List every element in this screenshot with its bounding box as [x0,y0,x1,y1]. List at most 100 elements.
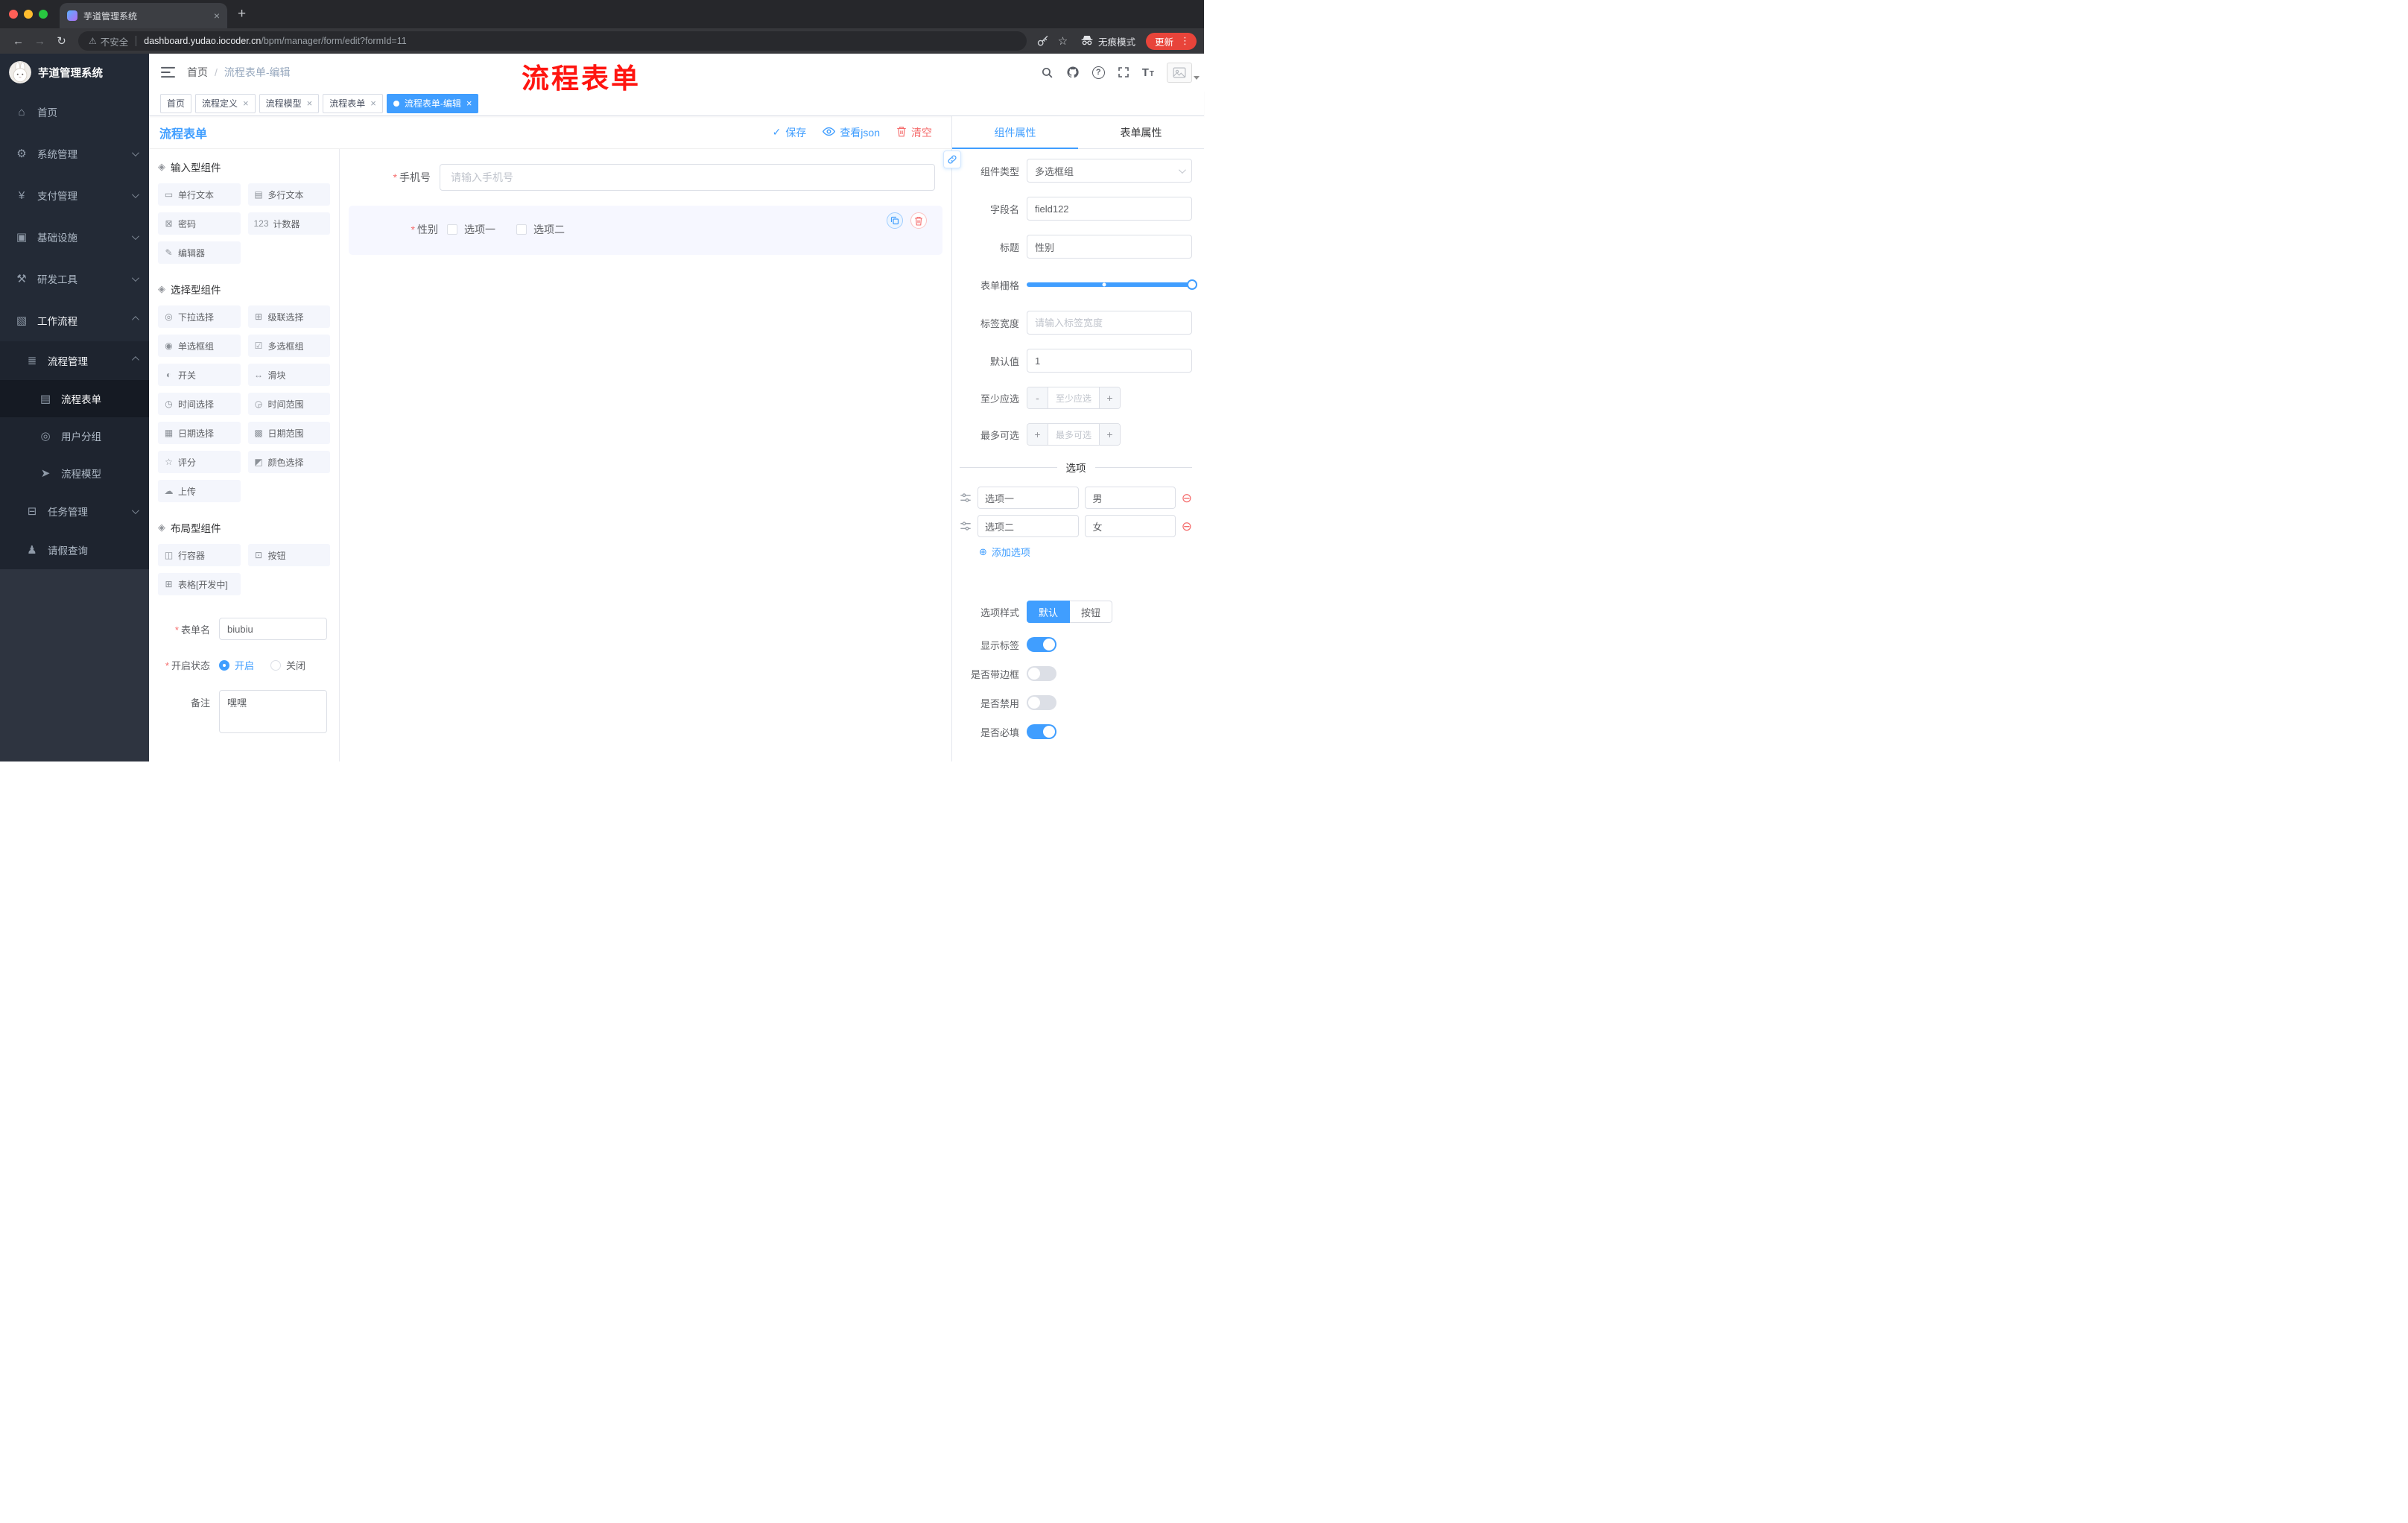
reload-button[interactable]: ↻ [51,34,72,48]
palette-item-button[interactable]: ⊡ 按钮 [247,544,330,566]
gender-option1-checkbox[interactable]: 选项一 [447,222,495,237]
sidebar-item-leave-query[interactable]: ♟ 请假查询 [0,531,149,569]
phone-input[interactable] [440,164,935,191]
palette-item-time-picker[interactable]: ◷ 时间选择 [158,393,241,415]
palette-item-single-text[interactable]: ▭ 单行文本 [158,183,241,206]
tag-close-icon[interactable]: × [466,98,472,108]
search-icon[interactable] [1041,66,1054,79]
github-icon[interactable] [1066,66,1080,79]
update-button[interactable]: 更新 ⋮ [1145,32,1197,50]
sidebar-item-infrastructure[interactable]: ▣ 基础设施 [0,216,149,258]
add-option-button[interactable]: ⊕ 添加选项 [979,545,1192,559]
browser-menu-icon[interactable]: ⋮ [1180,35,1190,47]
style-button-button[interactable]: 按钮 [1070,601,1113,623]
palette-item-editor[interactable]: ✎ 编辑器 [158,241,241,264]
password-key-icon[interactable] [1033,35,1053,48]
sidebar-item-system[interactable]: ⚙ 系统管理 [0,133,149,174]
remove-option-icon[interactable]: ⊖ [1182,520,1192,533]
option-label-input[interactable] [978,487,1080,509]
palette-item-color-picker[interactable]: ◩ 颜色选择 [247,451,330,473]
back-button[interactable]: ← [7,35,29,48]
sidebar-item-workflow[interactable]: ▧ 工作流程 [0,300,149,341]
clear-button[interactable]: 清空 [896,125,932,140]
palette-item-slider[interactable]: ↔ 滑块 [247,364,330,386]
disabled-switch[interactable] [1027,695,1056,710]
help-icon[interactable]: ? [1091,66,1105,79]
sidebar-item-dev-tools[interactable]: ⚒ 研发工具 [0,258,149,300]
font-size-icon[interactable]: TT [1142,67,1154,78]
new-tab-button[interactable]: + [238,6,246,22]
tag-close-icon[interactable]: × [307,98,313,108]
palette-item-select[interactable]: ◎ 下拉选择 [158,305,241,328]
gender-field-selected[interactable]: * 性别 选项一 选项二 [349,206,942,255]
status-off-radio[interactable]: 关闭 [270,658,305,672]
palette-item-rate[interactable]: ☆ 评分 [158,451,241,473]
label-width-input[interactable] [1027,311,1192,335]
increase-button[interactable]: + [1099,424,1120,445]
tag-process-form[interactable]: 流程表单 × [323,93,383,113]
border-switch[interactable] [1027,666,1056,681]
drag-handle-icon[interactable] [960,521,972,531]
drag-handle-icon[interactable] [960,493,972,503]
app-logo[interactable]: 芋道管理系统 [0,54,149,91]
decrease-button[interactable]: - [1027,387,1048,408]
palette-item-radio-group[interactable]: ◉ 单选框组 [158,335,241,357]
stepper-placeholder[interactable]: 最多可选 [1048,424,1099,445]
palette-item-password[interactable]: ⊠ 密码 [158,212,241,235]
option-label-input[interactable] [978,515,1080,537]
sidebar-item-payment[interactable]: ¥ 支付管理 [0,174,149,216]
remark-textarea[interactable]: 嘿嘿 [219,690,327,733]
browser-tab[interactable]: 芋道管理系统 × [60,3,227,28]
gender-option2-checkbox[interactable]: 选项二 [516,222,565,237]
tab-component-props[interactable]: 组件属性 [952,116,1078,149]
default-value-input[interactable] [1027,349,1192,373]
style-default-button[interactable]: 默认 [1027,601,1071,623]
avatar[interactable] [1167,62,1200,83]
delete-field-button[interactable] [910,212,927,229]
field-name-input[interactable] [1027,197,1192,221]
tab-close-icon[interactable]: × [214,10,220,21]
stepper-placeholder[interactable]: 至少应选 [1048,387,1099,408]
palette-item-date-picker[interactable]: ▦ 日期选择 [158,422,241,444]
status-on-radio[interactable]: 开启 [219,658,254,672]
sidebar-item-user-group[interactable]: ◎ 用户分组 [0,417,149,455]
sidebar-item-process-manage[interactable]: ≣ 流程管理 [0,341,149,380]
title-input[interactable] [1027,235,1192,259]
component-type-select[interactable]: 多选框组 [1027,159,1192,183]
window-minimize-button[interactable] [24,10,33,19]
tag-close-icon[interactable]: × [370,98,376,108]
slider-handle[interactable] [1187,279,1197,290]
sidebar-item-home[interactable]: ⌂ 首页 [0,91,149,133]
view-json-button[interactable]: 查看json [823,125,880,140]
phone-field[interactable]: * 手机号 [349,159,942,195]
tag-process-form-edit[interactable]: 流程表单-编辑 × [386,93,479,113]
palette-item-time-range[interactable]: ◶ 时间范围 [247,393,330,415]
palette-item-multi-text[interactable]: ▤ 多行文本 [247,183,330,206]
sidebar-item-process-model[interactable]: ➤ 流程模型 [0,455,149,492]
sidebar-toggle-icon[interactable] [149,66,187,78]
palette-item-upload[interactable]: ☁ 上传 [158,480,241,502]
decrease-button[interactable]: + [1027,424,1048,445]
breadcrumb-home[interactable]: 首页 [187,65,208,80]
forward-button[interactable]: → [29,35,51,48]
window-zoom-button[interactable] [39,10,48,19]
option-value-input[interactable] [1085,487,1176,509]
save-button[interactable]: ✓ 保存 [773,125,807,140]
palette-item-table[interactable]: ⊞ 表格[开发中] [158,573,241,595]
tag-home[interactable]: 首页 [160,93,192,113]
sidebar-item-process-form[interactable]: ▤ 流程表单 [0,380,149,417]
tag-process-model[interactable]: 流程模型 × [259,93,320,113]
tab-form-props[interactable]: 表单属性 [1078,116,1204,148]
option-value-input[interactable] [1085,515,1176,537]
show-label-switch[interactable] [1027,637,1056,652]
palette-item-row-container[interactable]: ◫ 行容器 [158,544,241,566]
palette-item-cascader[interactable]: ⊞ 级联选择 [247,305,330,328]
copy-field-button[interactable] [887,212,903,229]
bookmark-star-icon[interactable]: ☆ [1053,34,1073,48]
palette-item-switch[interactable]: ◐ 开关 [158,364,241,386]
sidebar-item-task-manage[interactable]: ⊟ 任务管理 [0,492,149,531]
increase-button[interactable]: + [1099,387,1120,408]
form-name-input[interactable] [219,618,327,640]
window-close-button[interactable] [9,10,18,19]
link-icon[interactable] [943,151,961,168]
